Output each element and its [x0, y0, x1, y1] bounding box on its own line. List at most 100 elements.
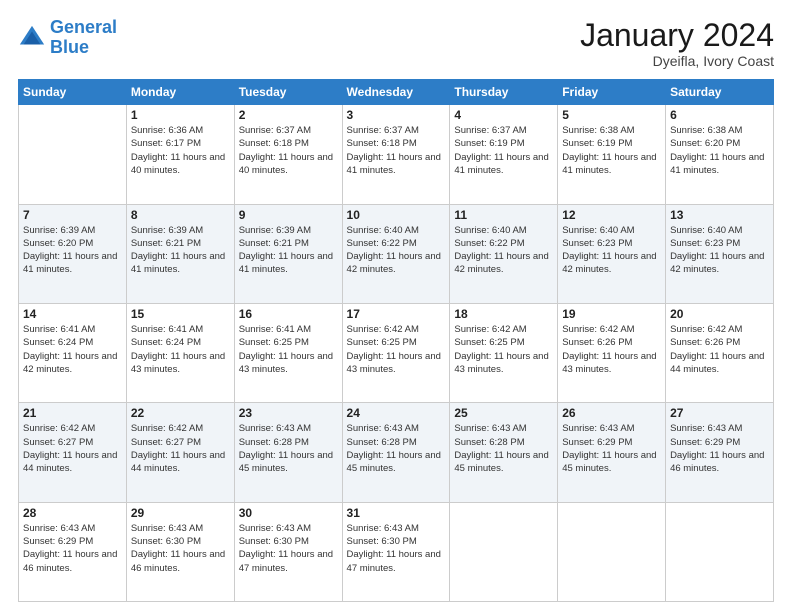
sunrise: Sunrise: 6:42 AM — [670, 324, 742, 335]
calendar-cell: 15Sunrise: 6:41 AMSunset: 6:24 PMDayligh… — [126, 303, 234, 402]
calendar-cell: 22Sunrise: 6:42 AMSunset: 6:27 PMDayligh… — [126, 403, 234, 502]
sunset: Sunset: 6:17 PM — [131, 138, 201, 149]
sunset: Sunset: 6:22 PM — [454, 238, 524, 249]
sunrise: Sunrise: 6:42 AM — [131, 423, 203, 434]
calendar-cell: 2Sunrise: 6:37 AMSunset: 6:18 PMDaylight… — [234, 105, 342, 204]
sunrise: Sunrise: 6:42 AM — [454, 324, 526, 335]
calendar-cell: 29Sunrise: 6:43 AMSunset: 6:30 PMDayligh… — [126, 502, 234, 601]
sunrise: Sunrise: 6:39 AM — [131, 225, 203, 236]
calendar-cell: 19Sunrise: 6:42 AMSunset: 6:26 PMDayligh… — [558, 303, 666, 402]
day-info: Sunrise: 6:39 AM Sunset: 6:21 PM Daylight:… — [239, 224, 338, 277]
day-info: Sunrise: 6:42 AMSunset: 6:26 PMDaylight:… — [670, 323, 769, 376]
calendar-cell: 9Sunrise: 6:39 AMSunset: 6:21 PMDaylight… — [234, 204, 342, 303]
weekday-friday: Friday — [558, 80, 666, 105]
calendar-cell: 4Sunrise: 6:37 AMSunset: 6:19 PMDaylight… — [450, 105, 558, 204]
daylight: Daylight: 11 hours and 41 minutes. — [239, 251, 333, 275]
day-info: Sunrise: 6:42 AMSunset: 6:26 PMDaylight:… — [562, 323, 661, 376]
daylight: Daylight: 11 hours and 41 minutes. — [131, 251, 225, 275]
day-info: Sunrise: 6:43 AMSunset: 6:29 PMDaylight:… — [23, 522, 122, 575]
page: General Blue January 2024 Dyeifla, Ivory… — [0, 0, 792, 612]
day-number: 11 — [454, 208, 553, 222]
day-number: 28 — [23, 506, 122, 520]
sunrise: Sunrise: 6:43 AM — [23, 523, 95, 534]
calendar-cell: 28Sunrise: 6:43 AMSunset: 6:29 PMDayligh… — [19, 502, 127, 601]
sunset: Sunset: 6:27 PM — [131, 437, 201, 448]
daylight: Daylight: 11 hours and 43 minutes. — [454, 351, 548, 375]
sunset: Sunset: 6:23 PM — [670, 238, 740, 249]
sunrise: Sunrise: 6:39 AM — [23, 225, 95, 236]
daylight: Daylight: 11 hours and 42 minutes. — [562, 251, 656, 275]
sunrise: Sunrise: 6:40 AM — [562, 225, 634, 236]
weekday-header-row: SundayMondayTuesdayWednesdayThursdayFrid… — [19, 80, 774, 105]
daylight: Daylight: 11 hours and 41 minutes. — [347, 152, 441, 176]
sunrise: Sunrise: 6:37 AM — [347, 125, 419, 136]
day-info: Sunrise: 6:42 AMSunset: 6:27 PMDaylight:… — [23, 422, 122, 475]
sunrise: Sunrise: 6:43 AM — [131, 523, 203, 534]
day-info: Sunrise: 6:43 AMSunset: 6:29 PMDaylight:… — [670, 422, 769, 475]
logo-text: General Blue — [50, 18, 117, 58]
daylight: Daylight: 11 hours and 46 minutes. — [670, 450, 764, 474]
sunrise: Sunrise: 6:39 AM — [239, 225, 311, 236]
daylight: Daylight: 11 hours and 40 minutes. — [131, 152, 225, 176]
sunset: Sunset: 6:21 PM — [239, 238, 309, 249]
sunrise: Sunrise: 6:42 AM — [23, 423, 95, 434]
day-info: Sunrise: 6:40 AMSunset: 6:22 PMDaylight:… — [454, 224, 553, 277]
day-info: Sunrise: 6:42 AMSunset: 6:25 PMDaylight:… — [347, 323, 446, 376]
calendar-cell: 7Sunrise: 6:39 AMSunset: 6:20 PMDaylight… — [19, 204, 127, 303]
sunset: Sunset: 6:25 PM — [454, 337, 524, 348]
sunrise: Sunrise: 6:41 AM — [131, 324, 203, 335]
day-number: 6 — [670, 108, 769, 122]
daylight: Daylight: 11 hours and 42 minutes. — [454, 251, 548, 275]
calendar-cell: 25Sunrise: 6:43 AMSunset: 6:28 PMDayligh… — [450, 403, 558, 502]
calendar-cell: 1Sunrise: 6:36 AMSunset: 6:17 PMDaylight… — [126, 105, 234, 204]
calendar-cell: 11 Sunrise: 6:40 AMSunset: 6:22 PMDayligh… — [450, 204, 558, 303]
calendar-cell: 5Sunrise: 6:38 AMSunset: 6:19 PMDaylight… — [558, 105, 666, 204]
day-number: 23 — [239, 406, 338, 420]
day-number: 24 — [347, 406, 446, 420]
day-number: 8 — [131, 208, 230, 222]
day-info: Sunrise: 6:39 AMSunset: 6:20 PMDaylight:… — [23, 224, 122, 277]
day-info: Sunrise: 6:43 AMSunset: 6:29 PMDaylight:… — [562, 422, 661, 475]
calendar-cell: 18Sunrise: 6:42 AMSunset: 6:25 PMDayligh… — [450, 303, 558, 402]
sunrise: Sunrise: 6:43 AM — [239, 423, 311, 434]
calendar-cell: 3Sunrise: 6:37 AMSunset: 6:18 PMDaylight… — [342, 105, 450, 204]
sunrise: Sunrise: 6:41 AM — [239, 324, 311, 335]
day-number: 29 — [131, 506, 230, 520]
sunrise: Sunrise: 6:40 AM — [347, 225, 419, 236]
day-number: 20 — [670, 307, 769, 321]
logo-icon — [18, 24, 46, 52]
day-number: 21 — [23, 406, 122, 420]
day-info: Sunrise: 6:40 AMSunset: 6:23 PMDaylight:… — [670, 224, 769, 277]
title-block: January 2024 Dyeifla, Ivory Coast — [580, 18, 774, 69]
logo-line1: General — [50, 17, 117, 37]
day-info: Sunrise: 6:40 AMSunset: 6:23 PMDaylight:… — [562, 224, 661, 277]
sunrise: Sunrise: 6:37 AM — [239, 125, 311, 136]
logo-line2: Blue — [50, 37, 89, 57]
day-info: Sunrise: 6:38 AMSunset: 6:20 PMDaylight:… — [670, 124, 769, 177]
daylight: Daylight: 11 hours and 46 minutes. — [131, 549, 225, 573]
day-number: 16 — [239, 307, 338, 321]
sunrise: Sunrise: 6:41 AM — [23, 324, 95, 335]
sunset: Sunset: 6:29 PM — [23, 536, 93, 547]
daylight: Daylight: 11 hours and 41 minutes. — [23, 251, 117, 275]
calendar-cell — [450, 502, 558, 601]
daylight: Daylight: 11 hours and 45 minutes. — [454, 450, 548, 474]
location: Dyeifla, Ivory Coast — [580, 53, 774, 69]
calendar: SundayMondayTuesdayWednesdayThursdayFrid… — [18, 79, 774, 602]
weekday-tuesday: Tuesday — [234, 80, 342, 105]
day-number: 5 — [562, 108, 661, 122]
sunset: Sunset: 6:22 PM — [347, 238, 417, 249]
calendar-cell: 17Sunrise: 6:42 AMSunset: 6:25 PMDayligh… — [342, 303, 450, 402]
day-info: Sunrise: 6:39 AMSunset: 6:21 PMDaylight:… — [131, 224, 230, 277]
sunset: Sunset: 6:30 PM — [239, 536, 309, 547]
sunrise: Sunrise: 6:42 AM — [562, 324, 634, 335]
day-info: Sunrise: 6:43 AMSunset: 6:30 PMDaylight:… — [347, 522, 446, 575]
sunset: Sunset: 6:29 PM — [562, 437, 632, 448]
day-info: Sunrise: 6:43 AMSunset: 6:30 PMDaylight:… — [239, 522, 338, 575]
daylight: Daylight: 11 hours and 47 minutes. — [239, 549, 333, 573]
weekday-thursday: Thursday — [450, 80, 558, 105]
sunrise: Sunrise: 6:37 AM — [454, 125, 526, 136]
day-number: 15 — [131, 307, 230, 321]
day-info: Sunrise: 6:36 AMSunset: 6:17 PMDaylight:… — [131, 124, 230, 177]
calendar-cell: 10Sunrise: 6:40 AMSunset: 6:22 PMDayligh… — [342, 204, 450, 303]
